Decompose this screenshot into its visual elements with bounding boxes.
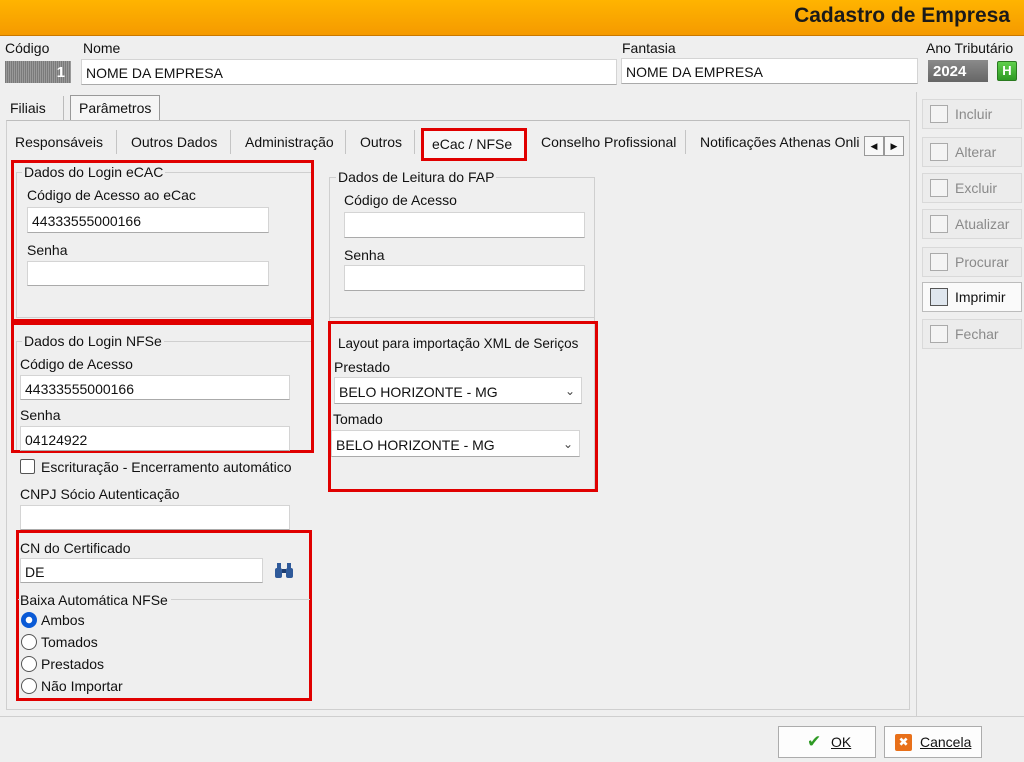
nfse-codigo-label: Código de Acesso: [20, 356, 133, 372]
tomado-select[interactable]: BELO HORIZONTE - MG ⌄: [331, 430, 580, 457]
new-document-icon: [930, 105, 948, 123]
fap-senha-label: Senha: [344, 247, 385, 263]
ok-label: OK: [831, 734, 852, 750]
checkmark-icon: ✔: [807, 732, 822, 751]
ok-button[interactable]: ✔ OK: [778, 726, 876, 758]
close-window-icon: [930, 325, 948, 343]
fechar-button[interactable]: Fechar: [922, 319, 1022, 349]
binoculars-icon[interactable]: [274, 562, 294, 580]
sidebar-divider: [916, 92, 917, 716]
binoculars-icon: [930, 253, 948, 271]
title-bar: Cadastro de Empresa: [0, 0, 1024, 36]
escrituracao-label: Escrituração - Encerramento automático: [41, 459, 292, 475]
tab-parametros[interactable]: Parâmetros: [70, 95, 161, 120]
layout-xml-group-title: Layout para importação XML de Seriços: [338, 336, 579, 351]
procurar-button[interactable]: Procurar: [922, 247, 1022, 277]
radio-ambos-label: Ambos: [41, 612, 85, 628]
tab-divider: [345, 130, 346, 154]
tab-divider: [414, 130, 415, 154]
trash-icon: [930, 179, 948, 197]
baixa-group-title: Baixa Automática NFSe: [20, 592, 171, 608]
codigo-field[interactable]: 1: [5, 61, 71, 83]
ecac-codigo-label: Código de Acesso ao eCac: [27, 187, 196, 203]
prestado-label: Prestado: [334, 359, 391, 375]
radio-prestados-label: Prestados: [41, 656, 105, 672]
cancel-icon: ✖: [895, 734, 912, 751]
tab-divider: [230, 130, 231, 154]
excluir-button[interactable]: Excluir: [922, 173, 1022, 203]
chevron-down-icon: ⌄: [564, 384, 575, 398]
cnpj-socio-input[interactable]: [20, 505, 290, 530]
tab-scroll-right-icon[interactable]: ▶: [884, 136, 904, 156]
tab-divider: [685, 130, 686, 154]
tab-outros-dados[interactable]: Outros Dados: [131, 134, 217, 150]
footer-divider: [0, 716, 1024, 717]
radio-nao-importar[interactable]: [21, 678, 37, 694]
cancel-label: Cancela: [920, 734, 972, 750]
fap-codigo-input[interactable]: [344, 212, 585, 238]
fantasia-input[interactable]: NOME DA EMPRESA: [621, 58, 918, 84]
radio-tomados-label: Tomados: [41, 634, 98, 650]
nfse-senha-label: Senha: [20, 407, 61, 423]
tab-divider: [116, 130, 117, 154]
fap-group-title: Dados de Leitura do FAP: [336, 169, 497, 185]
window-title: Cadastro de Empresa: [794, 4, 1010, 27]
ecac-senha-label: Senha: [27, 242, 68, 258]
fap-senha-input[interactable]: [344, 265, 585, 291]
tab-ecac-nfse[interactable]: eCac / NFSe: [432, 136, 512, 152]
incluir-button[interactable]: Incluir: [922, 99, 1022, 129]
historico-button[interactable]: H: [997, 61, 1017, 81]
prestado-select-value: BELO HORIZONTE - MG: [339, 384, 498, 400]
tab-notificacoes[interactable]: Notificações Athenas Onli: [700, 134, 863, 150]
radio-prestados[interactable]: [21, 656, 37, 672]
tab-administracao[interactable]: Administração: [245, 134, 334, 150]
nfse-senha-input[interactable]: 04124922: [20, 426, 290, 451]
tab-responsaveis[interactable]: Responsáveis: [15, 134, 103, 150]
alterar-button[interactable]: Alterar: [922, 137, 1022, 167]
radio-ambos[interactable]: [21, 612, 37, 628]
radio-nao-importar-label: Não Importar: [41, 678, 123, 694]
ecac-group-title: Dados do Login eCAC: [22, 164, 166, 180]
tab-scroll-left-icon[interactable]: ◀: [864, 136, 884, 156]
certificado-label: CN do Certificado: [20, 540, 131, 556]
nome-input[interactable]: NOME DA EMPRESA: [81, 59, 617, 85]
tomado-select-value: BELO HORIZONTE - MG: [336, 437, 495, 453]
chevron-down-icon: ⌄: [562, 437, 573, 451]
fap-codigo-label: Código de Acesso: [344, 192, 457, 208]
imprimir-button[interactable]: Imprimir: [922, 282, 1022, 312]
escrituracao-checkbox[interactable]: [20, 459, 35, 474]
codigo-label: Código: [5, 40, 50, 56]
cancel-button[interactable]: ✖ Cancela: [884, 726, 982, 758]
cnpj-socio-label: CNPJ Sócio Autenticação: [20, 486, 180, 502]
tab-divider: [63, 96, 64, 120]
nome-label: Nome: [83, 40, 121, 56]
refresh-icon: [930, 215, 948, 233]
printer-icon: [930, 288, 948, 306]
nfse-group-title: Dados do Login NFSe: [22, 333, 164, 349]
tab-conselho-profissional[interactable]: Conselho Profissional: [541, 134, 676, 150]
radio-tomados[interactable]: [21, 634, 37, 650]
prestado-select[interactable]: BELO HORIZONTE - MG ⌄: [334, 377, 582, 404]
edit-icon: [930, 143, 948, 161]
tomado-label: Tomado: [333, 411, 383, 427]
fantasia-label: Fantasia: [622, 40, 676, 56]
atualizar-button[interactable]: Atualizar: [922, 209, 1022, 239]
ecac-codigo-input[interactable]: 44333555000166: [27, 207, 269, 233]
ecac-highlight: [11, 160, 314, 322]
ecac-senha-input[interactable]: [27, 261, 269, 286]
tab-outros[interactable]: Outros: [360, 134, 402, 150]
certificado-input[interactable]: DE: [20, 558, 263, 583]
nfse-codigo-input[interactable]: 44333555000166: [20, 375, 290, 400]
ano-tributario-field[interactable]: 2024: [928, 60, 988, 82]
tab-filiais[interactable]: Filiais: [2, 96, 54, 120]
ano-tributario-label: Ano Tributário: [926, 40, 1014, 56]
